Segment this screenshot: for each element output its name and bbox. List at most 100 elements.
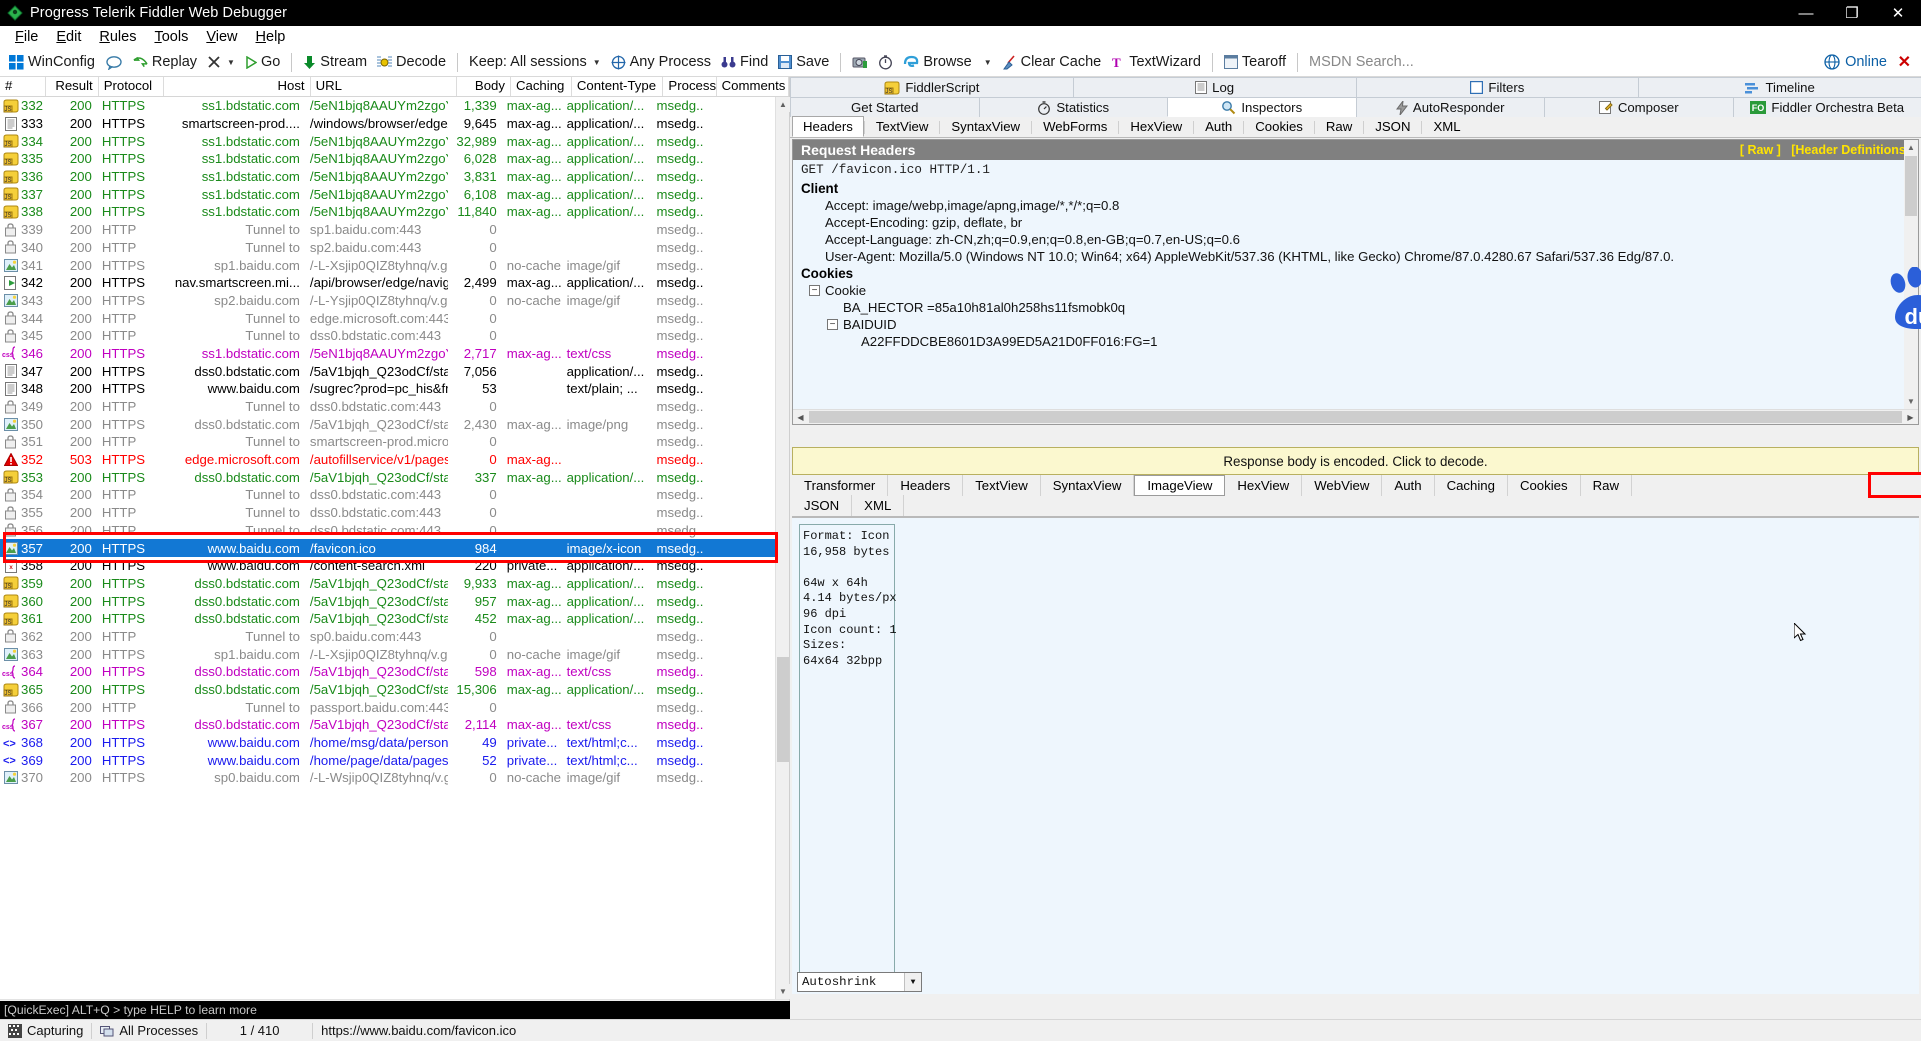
response-subtab-transformer[interactable]: Transformer — [792, 475, 889, 496]
column-header-caching[interactable]: Caching — [511, 77, 572, 96]
table-row[interactable]: 348 200 HTTPS www.baidu.com/sugrec?prod=pc_… — [0, 380, 775, 398]
capturing-toggle[interactable]: Capturing — [0, 1020, 91, 1041]
request-subtab-headers[interactable]: Headers — [792, 116, 864, 137]
raw-link[interactable]: [ Raw ] — [1740, 143, 1781, 157]
sessions-grid-body[interactable]: JS 332 200 HTTPS ss1.bdstatic.com/5eN1bjq8AA… — [0, 97, 775, 999]
tab-fiddler-orchestra-beta[interactable]: FO Fiddler Orchestra Beta — [1732, 97, 1921, 117]
table-row[interactable]: JS 338 200 HTTPS ss1.bdstatic.com/5eN1bjq8AA… — [0, 203, 775, 221]
column-header-content-type[interactable]: Content-Type — [572, 77, 664, 96]
table-row[interactable]: 366 200 HTTP Tunnel to passport.baidu.com:44… — [0, 698, 775, 716]
tab-timeline[interactable]: Timeline — [1638, 77, 1921, 97]
request-subtab-json[interactable]: JSON — [1364, 116, 1421, 137]
chevron-down-icon[interactable]: ▼ — [984, 58, 992, 67]
comment-bubble-icon[interactable] — [106, 55, 122, 71]
column-header-host[interactable]: Host — [164, 77, 311, 96]
toolbar-close-x[interactable]: ✕ — [1898, 52, 1911, 72]
decode-notice-bar[interactable]: Response body is encoded. Click to decod… — [792, 447, 1919, 475]
menu-help[interactable]: Help — [247, 28, 295, 46]
table-row[interactable]: css 367 200 HTTPS dss0.bdstatic.com/5aV1bjqh… — [0, 716, 775, 734]
chevron-down-icon[interactable]: ▼ — [227, 58, 235, 67]
save-button[interactable]: Save — [773, 49, 834, 75]
keep-dropdown[interactable]: Keep: All sessions ▼ — [464, 49, 606, 75]
scroll-thumb[interactable] — [1905, 156, 1917, 216]
process-filter-button[interactable]: All Processes — [92, 1020, 206, 1041]
column-header-body[interactable]: Body — [457, 77, 511, 96]
tab-composer[interactable]: Composer — [1544, 97, 1734, 117]
table-row[interactable]: JS 337 200 HTTPS ss1.bdstatic.com/5eN1bjq8AA… — [0, 185, 775, 203]
table-row[interactable]: 333 200 HTTPS smartscreen-prod.... /windows/… — [0, 115, 775, 133]
table-row[interactable]: 339 200 HTTP Tunnel to sp1.baidu.com:443 0 mse… — [0, 221, 775, 239]
camera-icon[interactable] — [852, 55, 868, 70]
response-subtab-headers[interactable]: Headers — [888, 475, 964, 496]
response-subtab-json[interactable]: JSON — [792, 495, 853, 516]
menu-view[interactable]: View — [197, 28, 246, 46]
collapse-icon[interactable]: − — [827, 319, 838, 330]
scroll-left-icon[interactable]: ◀ — [793, 413, 808, 422]
cookie-node[interactable]: − Cookie — [793, 282, 1918, 299]
table-row[interactable]: 356 200 HTTP Tunnel to dss0.bdstatic.com:443… — [0, 522, 775, 540]
scroll-down-icon[interactable]: ▼ — [1904, 394, 1918, 409]
menu-rules[interactable]: Rules — [90, 28, 145, 46]
table-row[interactable]: <> 369 200 HTTPS www.baidu.com/home/page/dat… — [0, 751, 775, 769]
table-row[interactable]: 349 200 HTTP Tunnel to dss0.bdstatic.com:443… — [0, 398, 775, 416]
scroll-up-icon[interactable]: ▲ — [1904, 140, 1918, 155]
clear-cache-button[interactable]: Clear Cache — [997, 49, 1107, 75]
tab-fiddlerscript[interactable]: JS FiddlerScript — [790, 77, 1074, 97]
response-subtab-webview[interactable]: WebView — [1302, 475, 1383, 496]
request-subtab-syntaxview[interactable]: SyntaxView — [940, 116, 1031, 137]
response-subtab-hexview[interactable]: HexView — [1225, 475, 1303, 496]
response-subtab-caching[interactable]: Caching — [1435, 475, 1508, 496]
response-subtab-textview[interactable]: TextView — [963, 475, 1041, 496]
scroll-up-icon[interactable]: ▲ — [776, 97, 790, 112]
table-row[interactable]: JS 361 200 HTTPS dss0.bdstatic.com/5aV1bjqh_… — [0, 610, 775, 628]
timer-icon[interactable] — [878, 54, 893, 70]
table-row[interactable]: 354 200 HTTP Tunnel to dss0.bdstatic.com:443… — [0, 486, 775, 504]
table-row[interactable]: 351 200 HTTP Tunnel to smartscreen-prod.micr… — [0, 433, 775, 451]
textwizard-button[interactable]: T TextWizard — [1106, 49, 1206, 75]
table-row[interactable]: JS 335 200 HTTPS ss1.bdstatic.com/5eN1bjq8AA… — [0, 150, 775, 168]
tab-inspectors[interactable]: Inspectors — [1167, 97, 1357, 117]
column-header-process[interactable]: Process — [663, 77, 717, 96]
response-subtab-auth[interactable]: Auth — [1382, 475, 1435, 496]
response-subtab-xml[interactable]: XML — [852, 495, 905, 516]
table-row[interactable]: x 358 200 HTTPS www.baidu.com/content-search… — [0, 557, 775, 575]
table-row[interactable]: 362 200 HTTP Tunnel to sp0.baidu.com:443 0 mse… — [0, 628, 775, 646]
scroll-thumb[interactable] — [777, 657, 789, 762]
response-subtab-raw[interactable]: Raw — [1581, 475, 1632, 496]
request-panel-hscroll[interactable]: ◀ ▶ — [793, 409, 1918, 424]
table-row[interactable]: 341 200 HTTPS sp1.baidu.com /-L-Xsjip0QIZ8ty… — [0, 256, 775, 274]
winconfig-button[interactable]: WinConfig — [4, 49, 100, 75]
response-subtab-cookies[interactable]: Cookies — [1508, 475, 1581, 496]
table-row[interactable]: 352 503 HTTPS edge.microsoft.com/autofillse… — [0, 451, 775, 469]
clear-sessions-button[interactable]: ▼ — [202, 49, 240, 75]
table-row[interactable]: 340 200 HTTP Tunnel to sp2.baidu.com:443 0 mse… — [0, 239, 775, 257]
request-subtab-webforms[interactable]: WebForms — [1032, 116, 1118, 137]
table-row[interactable]: JS 365 200 HTTPS dss0.bdstatic.com/5aV1bjqh_… — [0, 681, 775, 699]
column-header-protocol[interactable]: Protocol — [99, 77, 165, 96]
table-row[interactable]: css 346 200 HTTPS ss1.bdstatic.com/5eN1bjq8A… — [0, 345, 775, 363]
request-subtab-hexview[interactable]: HexView — [1119, 116, 1193, 137]
table-row[interactable]: JS 336 200 HTTPS ss1.bdstatic.com/5eN1bjq8AA… — [0, 168, 775, 186]
request-subtab-raw[interactable]: Raw — [1315, 116, 1363, 137]
header-definitions-link[interactable]: [Header Definitions] — [1791, 143, 1910, 157]
column-header-number[interactable]: # — [0, 77, 47, 96]
request-subtab-textview[interactable]: TextView — [865, 116, 940, 137]
maximize-button[interactable]: ❐ — [1829, 0, 1875, 26]
replay-button[interactable]: Replay — [128, 49, 202, 75]
table-row[interactable]: 344 200 HTTP Tunnel to edge.microsoft.com:44… — [0, 309, 775, 327]
table-row[interactable]: JS 360 200 HTTPS dss0.bdstatic.com/5aV1bjqh_… — [0, 592, 775, 610]
find-button[interactable]: Find — [716, 49, 773, 75]
any-process-button[interactable]: Any Process — [606, 49, 716, 75]
request-subtab-auth[interactable]: Auth — [1194, 116, 1243, 137]
table-row[interactable]: css 364 200 HTTPS dss0.bdstatic.com/5aV1bjqh… — [0, 663, 775, 681]
chevron-down-icon[interactable]: ▼ — [904, 973, 921, 991]
table-row[interactable]: 347 200 HTTPS dss0.bdstatic.com/5aV1bjqh_Q2… — [0, 362, 775, 380]
table-row[interactable]: 355 200 HTTP Tunnel to dss0.bdstatic.com:443… — [0, 504, 775, 522]
tab-autoresponder[interactable]: AutoResponder — [1355, 97, 1545, 117]
minimize-button[interactable]: — — [1783, 0, 1829, 26]
column-header-url[interactable]: URL — [311, 77, 457, 96]
table-row[interactable]: JS 359 200 HTTPS dss0.bdstatic.com/5aV1bjqh_… — [0, 575, 775, 593]
baiduid-node[interactable]: − BAIDUID — [793, 316, 1918, 333]
table-row[interactable]: 350 200 HTTPS dss0.bdstatic.com/5aV1bjqh_Q2… — [0, 415, 775, 433]
quickexec-bar[interactable]: [QuickExec] ALT+Q > type HELP to learn m… — [0, 1001, 790, 1019]
